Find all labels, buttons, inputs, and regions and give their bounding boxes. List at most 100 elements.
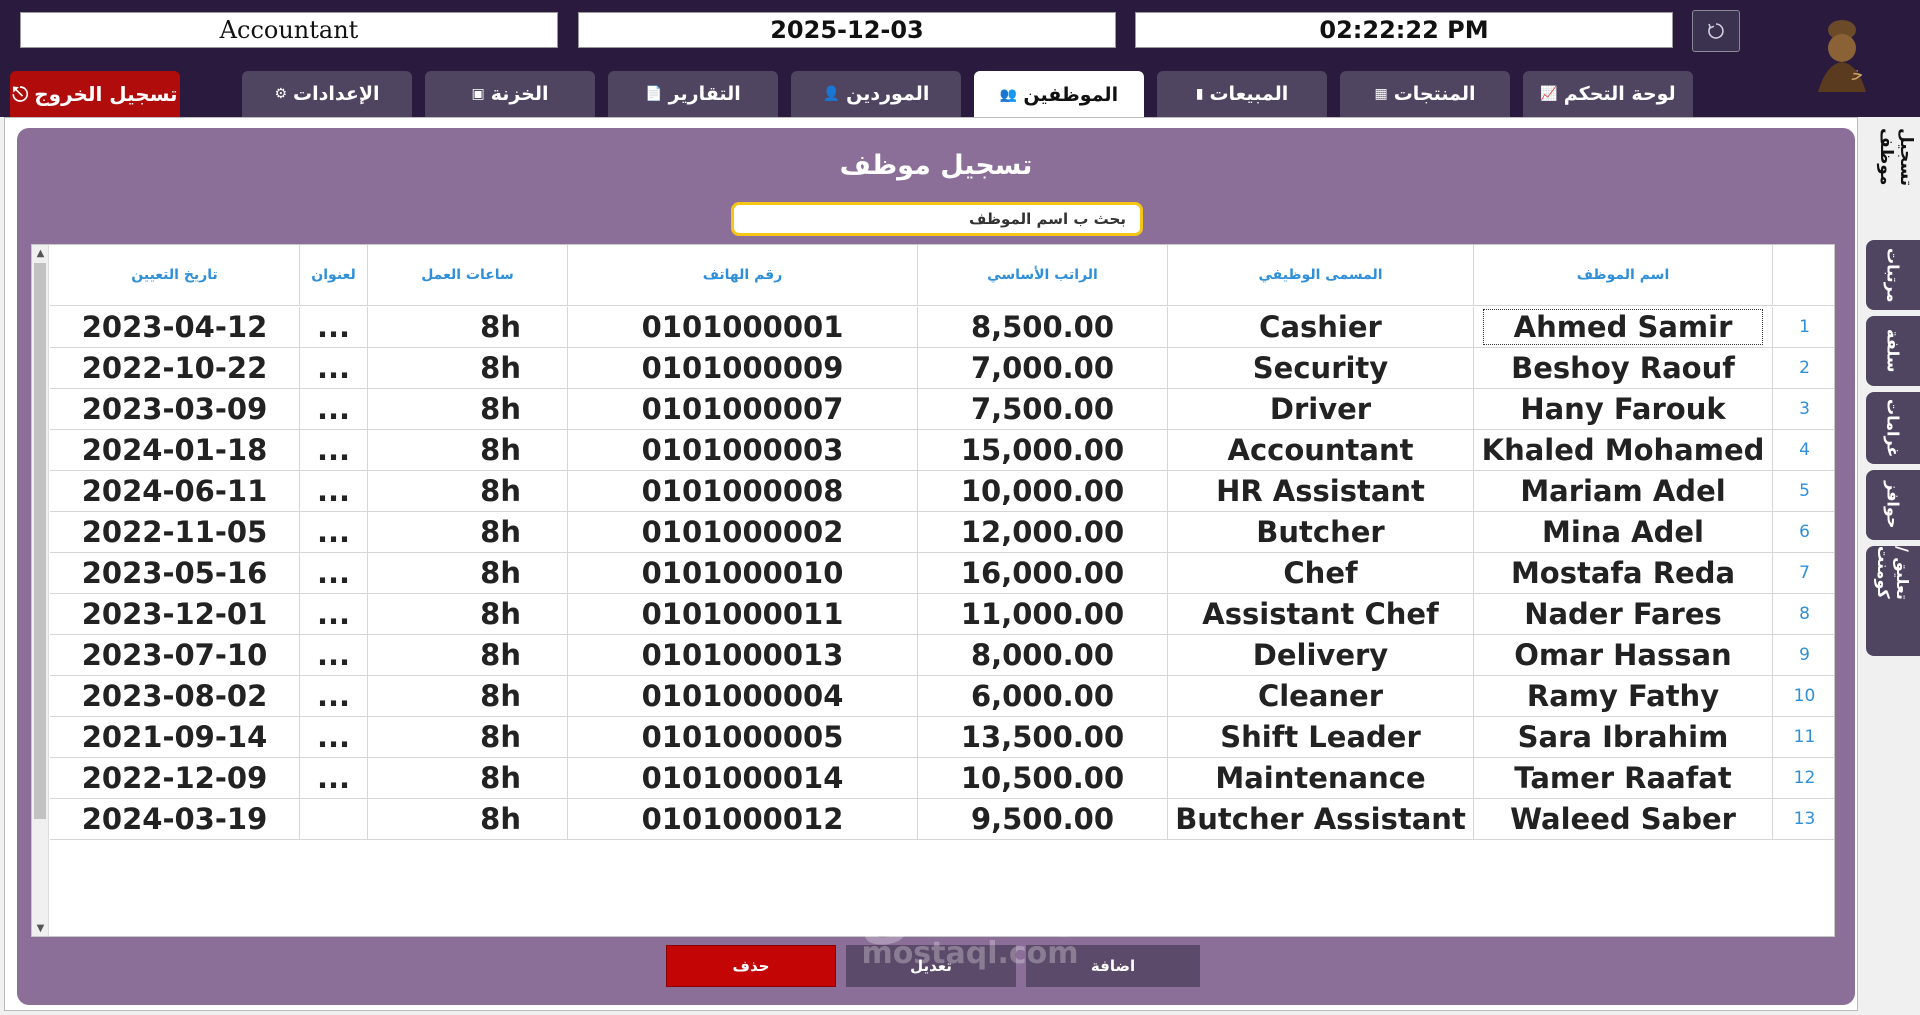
cell-job-title[interactable]: Maintenance <box>1168 758 1474 798</box>
row-index[interactable]: 4 <box>1773 430 1834 470</box>
cell-job-title[interactable]: HR Assistant <box>1168 471 1474 511</box>
table-row[interactable]: 2023-05-16... 8h 0101000010 16,000.00 Chef Mo… <box>50 553 1834 594</box>
table-row[interactable]: 2024-03-19 8h 0101000012 9,500.00 Butcher As… <box>50 799 1834 840</box>
table-row[interactable]: 2021-09-14... 8h 0101000005 13,500.00 Shift … <box>50 717 1834 758</box>
cell-employee-name[interactable]: Ahmed Samir <box>1474 307 1773 347</box>
table-row[interactable]: 2023-04-12... 8h 0101000001 8,500.00 Cashier… <box>50 307 1834 348</box>
cell-employee-name[interactable]: Hany Farouk <box>1474 389 1773 429</box>
scroll-up-icon[interactable]: ▲ <box>32 245 49 261</box>
cell-salary[interactable]: 15,000.00 <box>918 430 1168 470</box>
cell-job-title[interactable]: Butcher Assistant <box>1168 799 1474 839</box>
cell-work-hours[interactable]: 8h <box>368 594 568 634</box>
cell-job-title[interactable]: Cleaner <box>1168 676 1474 716</box>
cell-hire-date[interactable]: 2024-03-19 <box>50 799 300 839</box>
table-row[interactable]: 2023-07-10... 8h 0101000013 8,000.00 Deliver… <box>50 635 1834 676</box>
cell-job-title[interactable]: Shift Leader <box>1168 717 1474 757</box>
cell-address[interactable]: ... <box>300 717 368 757</box>
table-scrollbar[interactable]: ▲ ▼ <box>32 245 49 936</box>
cell-work-hours[interactable]: 8h <box>368 348 568 388</box>
cell-employee-name[interactable]: Mariam Adel <box>1474 471 1773 511</box>
table-row[interactable]: 2023-12-01... 8h 0101000011 11,000.00 Assist… <box>50 594 1834 635</box>
table-row[interactable]: 2023-03-09... 8h 0101000007 7,500.00 Driver H… <box>50 389 1834 430</box>
cell-hire-date[interactable]: 2023-04-12 <box>50 307 300 347</box>
cell-address[interactable]: ... <box>300 553 368 593</box>
cell-employee-name[interactable]: Sara Ibrahim <box>1474 717 1773 757</box>
row-index[interactable]: 13 <box>1773 799 1834 839</box>
cell-address[interactable]: ... <box>300 594 368 634</box>
cell-phone[interactable]: 0101000001 <box>568 307 918 347</box>
cell-work-hours[interactable]: 8h <box>368 307 568 347</box>
tab-settings[interactable]: الإعدادات ⚙ <box>242 71 412 117</box>
cell-work-hours[interactable]: 8h <box>368 758 568 798</box>
cell-work-hours[interactable]: 8h <box>368 471 568 511</box>
cell-address[interactable]: ... <box>300 348 368 388</box>
cell-address[interactable]: ... <box>300 430 368 470</box>
cell-address[interactable]: ... <box>300 758 368 798</box>
cell-salary[interactable]: 16,000.00 <box>918 553 1168 593</box>
cell-salary[interactable]: 11,000.00 <box>918 594 1168 634</box>
cell-work-hours[interactable]: 8h <box>368 553 568 593</box>
cell-job-title[interactable]: Delivery <box>1168 635 1474 675</box>
cell-hire-date[interactable]: 2023-05-16 <box>50 553 300 593</box>
cell-job-title[interactable]: Security <box>1168 348 1474 388</box>
side-tab-comment[interactable]: تعليق / كومنت <box>1866 546 1920 656</box>
side-tab-incentives[interactable]: حوافز <box>1866 470 1920 540</box>
cell-employee-name[interactable]: Nader Fares <box>1474 594 1773 634</box>
tab-employees[interactable]: الموظفين 👥 <box>974 71 1144 118</box>
tab-dashboard[interactable]: لوحة التحكم 📈 <box>1523 71 1693 117</box>
delete-button[interactable]: حذف <box>666 945 836 987</box>
cell-phone[interactable]: 0101000010 <box>568 553 918 593</box>
cell-job-title[interactable]: Driver <box>1168 389 1474 429</box>
cell-hire-date[interactable]: 2022-10-22 <box>50 348 300 388</box>
col-address[interactable]: لعنوان <box>300 245 368 305</box>
cell-employee-name[interactable]: Mina Adel <box>1474 512 1773 552</box>
cell-salary[interactable]: 10,000.00 <box>918 471 1168 511</box>
side-tab-advance[interactable]: سلفة <box>1866 316 1920 386</box>
cell-phone[interactable]: 0101000008 <box>568 471 918 511</box>
col-hire-date[interactable]: تاريخ التعيين <box>50 245 300 305</box>
cell-address[interactable]: ... <box>300 389 368 429</box>
cell-job-title[interactable]: Chef <box>1168 553 1474 593</box>
cell-address[interactable]: ... <box>300 471 368 511</box>
cell-phone[interactable]: 0101000012 <box>568 799 918 839</box>
row-index[interactable]: 9 <box>1773 635 1834 675</box>
tab-products[interactable]: المنتجات ▦ <box>1340 71 1510 117</box>
table-row[interactable]: 2024-01-18... 8h 0101000003 15,000.00 Accoun… <box>50 430 1834 471</box>
cell-salary[interactable]: 7,000.00 <box>918 348 1168 388</box>
cell-hire-date[interactable]: 2023-03-09 <box>50 389 300 429</box>
table-row[interactable]: 2023-08-02... 8h 0101000004 6,000.00 Cleaner… <box>50 676 1834 717</box>
cell-employee-name[interactable]: Beshoy Raouf <box>1474 348 1773 388</box>
cell-salary[interactable]: 8,000.00 <box>918 635 1168 675</box>
cell-work-hours[interactable]: 8h <box>368 389 568 429</box>
cell-hire-date[interactable]: 2023-08-02 <box>50 676 300 716</box>
cell-employee-name[interactable]: Khaled Mohamed <box>1474 430 1773 470</box>
cell-phone[interactable]: 0101000007 <box>568 389 918 429</box>
edit-button[interactable]: تعديل <box>846 945 1016 987</box>
cell-salary[interactable]: 12,000.00 <box>918 512 1168 552</box>
cell-salary[interactable]: 10,500.00 <box>918 758 1168 798</box>
row-index[interactable]: 5 <box>1773 471 1834 511</box>
row-index[interactable]: 6 <box>1773 512 1834 552</box>
cell-job-title[interactable]: Butcher <box>1168 512 1474 552</box>
tab-treasury[interactable]: الخزنة ▣ <box>425 71 595 117</box>
cell-employee-name[interactable]: Omar Hassan <box>1474 635 1773 675</box>
tab-suppliers[interactable]: الموردين 👤 <box>791 71 961 117</box>
row-index[interactable]: 1 <box>1773 307 1834 347</box>
cell-phone[interactable]: 0101000003 <box>568 430 918 470</box>
cell-salary[interactable]: 9,500.00 <box>918 799 1168 839</box>
cell-salary[interactable]: 8,500.00 <box>918 307 1168 347</box>
tab-reports[interactable]: التقارير 📄 <box>608 71 778 117</box>
col-salary[interactable]: الراتب الأساسي <box>918 245 1168 305</box>
cell-employee-name[interactable]: Mostafa Reda <box>1474 553 1773 593</box>
scroll-down-icon[interactable]: ▼ <box>32 920 49 936</box>
cell-employee-name[interactable]: Tamer Raafat <box>1474 758 1773 798</box>
row-index[interactable]: 7 <box>1773 553 1834 593</box>
cell-hire-date[interactable]: 2023-07-10 <box>50 635 300 675</box>
row-index[interactable]: 8 <box>1773 594 1834 634</box>
cell-work-hours[interactable]: 8h <box>368 676 568 716</box>
cell-work-hours[interactable]: 8h <box>368 799 568 839</box>
table-row[interactable]: 2024-06-11... 8h 0101000008 10,000.00 HR Ass… <box>50 471 1834 512</box>
cell-hire-date[interactable]: 2022-12-09 <box>50 758 300 798</box>
cell-hire-date[interactable]: 2023-12-01 <box>50 594 300 634</box>
table-row[interactable]: 2022-12-09... 8h 0101000014 10,500.00 Mainte… <box>50 758 1834 799</box>
